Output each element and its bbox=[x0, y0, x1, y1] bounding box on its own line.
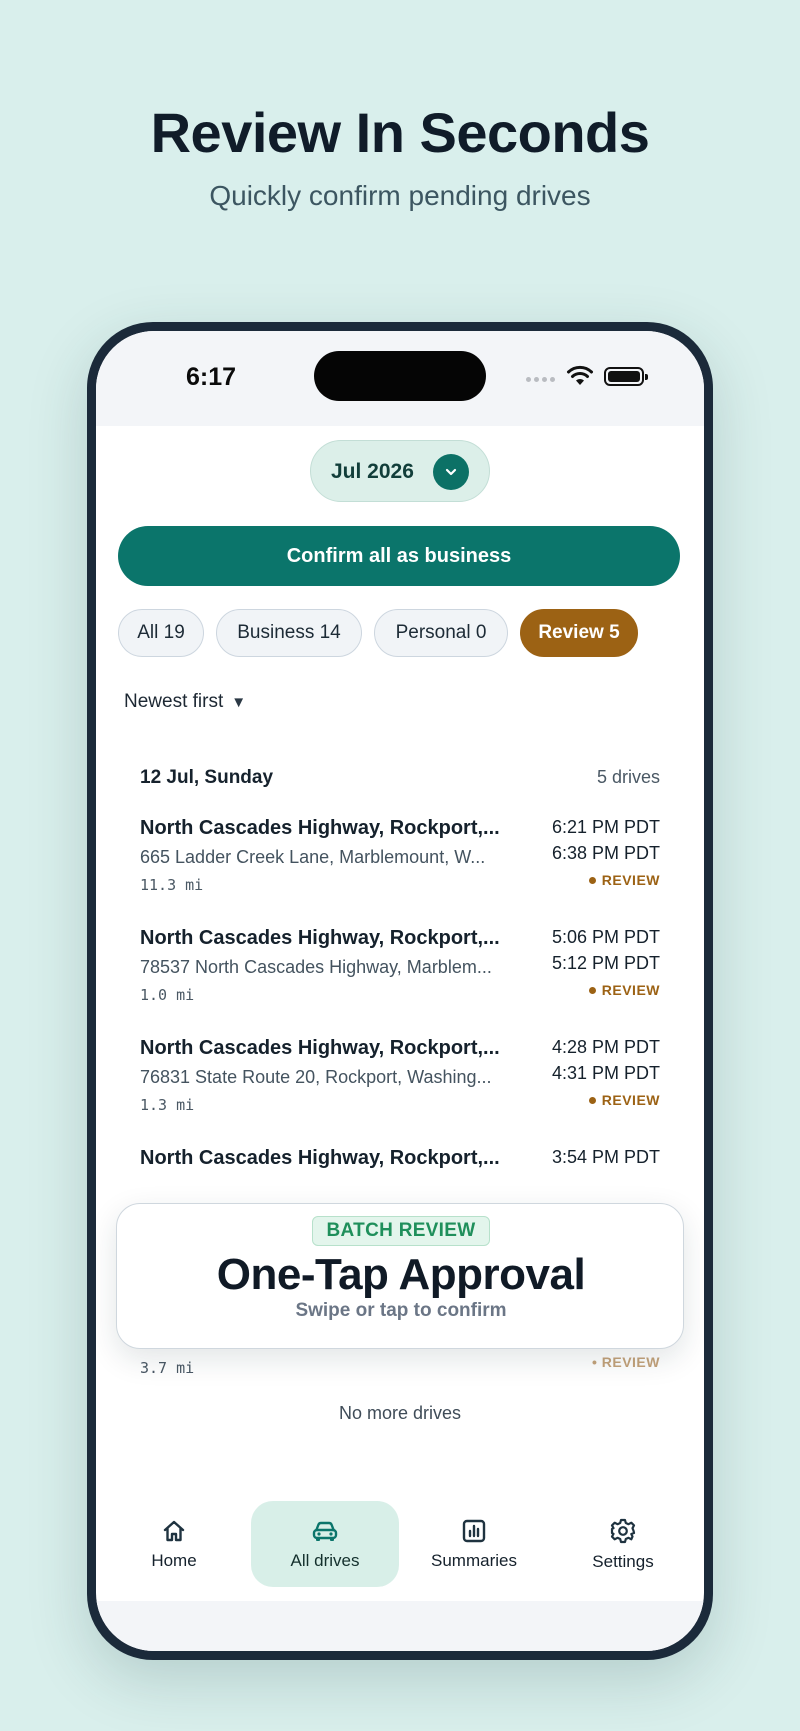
sort-label: Newest first bbox=[124, 691, 224, 712]
drive-origin: North Cascades Highway, Rockport,... bbox=[140, 927, 500, 949]
status-dot-icon bbox=[588, 876, 596, 884]
callout-subtitle: Swipe or tap to confirm bbox=[295, 1300, 507, 1321]
drive-row[interactable]: North Cascades Highway, Rockport,... 768… bbox=[140, 1037, 660, 1137]
caret-down-icon: ▼ bbox=[231, 693, 247, 711]
day-group-count: 5 drives bbox=[596, 767, 660, 787]
month-selector[interactable]: Jul 2026 bbox=[310, 440, 490, 502]
drive-distance: 11.3 mi bbox=[140, 876, 204, 894]
drive-distance: 1.3 mi bbox=[140, 1096, 195, 1114]
drive-destination: 665 Ladder Creek Lane, Marblemount, W... bbox=[140, 847, 486, 867]
tab-label: Summaries bbox=[431, 1551, 517, 1570]
status-dot-icon bbox=[588, 1096, 596, 1104]
callout-title: One-Tap Approval bbox=[216, 1250, 586, 1299]
tab-settings[interactable]: Settings bbox=[549, 1501, 697, 1587]
promo-headline: Review In Seconds bbox=[150, 101, 650, 164]
list-end-message: No more drives bbox=[338, 1403, 462, 1423]
tab-all-drives[interactable]: All drives bbox=[251, 1501, 399, 1587]
review-status-badge: REVIEW bbox=[588, 1092, 660, 1108]
chevron-down-icon bbox=[433, 454, 469, 490]
home-indicator-area bbox=[96, 1601, 704, 1651]
drive-origin: North Cascades Highway, Rockport,... bbox=[140, 1147, 500, 1169]
tab-label: Settings bbox=[592, 1552, 654, 1571]
battery-icon bbox=[604, 367, 648, 386]
wifi-icon bbox=[567, 365, 593, 385]
promo-subheadline: Quickly confirm pending drives bbox=[209, 180, 591, 211]
status-time: 6:17 bbox=[186, 363, 237, 391]
bar-chart-icon bbox=[462, 1519, 486, 1543]
phone-frame: 6:17 Jul 2026 Confirm all as business Al… bbox=[87, 322, 713, 1660]
tab-summaries[interactable]: Summaries bbox=[400, 1501, 548, 1587]
drive-origin: North Cascades Highway, Rockport,... bbox=[140, 1037, 500, 1059]
drive-start-time: 6:21 PM PDT bbox=[551, 817, 660, 837]
review-status-badge: REVIEW bbox=[588, 982, 660, 998]
cellular-signal-icon bbox=[526, 377, 555, 382]
drive-destination: 78537 North Cascades Highway, Marblem... bbox=[140, 957, 492, 977]
dynamic-island bbox=[314, 351, 486, 401]
filter-chip-business[interactable]: Business 14 bbox=[216, 609, 362, 657]
gear-icon bbox=[610, 1518, 636, 1544]
tab-home[interactable]: Home bbox=[100, 1501, 248, 1587]
status-label: REVIEW bbox=[601, 982, 660, 998]
drive-distance: 3.7 mi bbox=[140, 1359, 195, 1377]
status-bar: 6:17 bbox=[96, 331, 704, 426]
filter-chip-all[interactable]: All 19 bbox=[118, 609, 204, 657]
filter-chip-personal[interactable]: Personal 0 bbox=[374, 609, 508, 657]
phone-screen: 6:17 Jul 2026 Confirm all as business Al… bbox=[96, 331, 704, 1651]
batch-review-badge: BATCH REVIEW bbox=[312, 1216, 490, 1246]
batch-review-callout: BATCH REVIEW One-Tap Approval Swipe or t… bbox=[116, 1203, 684, 1349]
drive-distance: 1.0 mi bbox=[140, 986, 195, 1004]
month-label: Jul 2026 bbox=[331, 460, 414, 483]
sort-toggle[interactable]: Newest first ▼ bbox=[124, 691, 246, 713]
drive-start-time: 5:06 PM PDT bbox=[551, 927, 660, 947]
drive-end-time: 6:38 PM PDT bbox=[551, 843, 660, 863]
drive-start-time: 3:54 PM PDT bbox=[551, 1147, 660, 1167]
drive-start-time: 4:28 PM PDT bbox=[551, 1037, 660, 1057]
day-group-header: 12 Jul, Sunday 5 drives bbox=[140, 767, 660, 797]
drive-destination: 76831 State Route 20, Rockport, Washing.… bbox=[140, 1067, 492, 1087]
filter-chip-review[interactable]: Review 5 bbox=[520, 609, 638, 657]
drive-end-time: 5:12 PM PDT bbox=[551, 953, 660, 973]
car-icon bbox=[312, 1521, 338, 1541]
home-icon bbox=[163, 1520, 185, 1542]
status-label: REVIEW bbox=[601, 1092, 660, 1108]
status-dot-icon bbox=[588, 986, 596, 994]
status-label: REVIEW bbox=[601, 872, 660, 888]
review-status-badge: • REVIEW bbox=[591, 1354, 660, 1370]
drive-origin: North Cascades Highway, Rockport,... bbox=[140, 817, 500, 839]
tab-bar: Home All drives Summaries Settings bbox=[96, 1501, 704, 1601]
drive-row[interactable]: North Cascades Highway, Rockport,... 665… bbox=[140, 817, 660, 917]
tab-label: Home bbox=[151, 1551, 197, 1570]
day-group-title: 12 Jul, Sunday bbox=[140, 767, 274, 788]
drive-row[interactable]: North Cascades Highway, Rockport,... 785… bbox=[140, 927, 660, 1027]
confirm-all-business-button[interactable]: Confirm all as business bbox=[118, 526, 680, 586]
drive-end-time: 4:31 PM PDT bbox=[551, 1063, 660, 1083]
tab-label: All drives bbox=[290, 1551, 360, 1570]
review-status-badge: REVIEW bbox=[588, 872, 660, 888]
